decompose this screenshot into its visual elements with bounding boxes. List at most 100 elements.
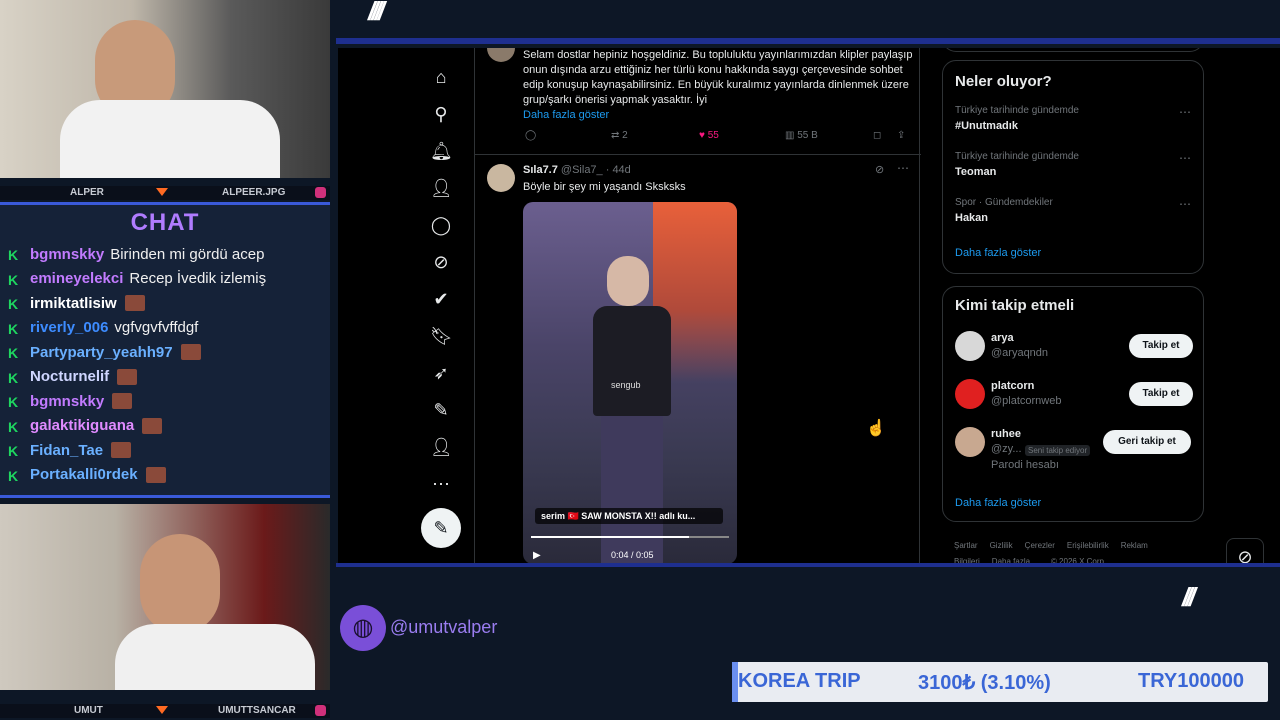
messages-icon[interactable]: ◯ bbox=[430, 214, 452, 236]
webcam-top bbox=[0, 0, 330, 178]
post1-text: Selam dostlar hepiniz hoşgeldiniz. Bu to… bbox=[523, 48, 913, 123]
follow-title: Kimi takip etmeli bbox=[955, 297, 1075, 314]
more-icon[interactable]: ⋯ bbox=[430, 473, 452, 495]
emote-icon bbox=[117, 368, 138, 385]
chat-username[interactable]: bgmnskky bbox=[30, 246, 104, 263]
person-shirt bbox=[115, 624, 315, 690]
triangle-icon bbox=[156, 706, 168, 714]
grok-icon[interactable]: ⊘ bbox=[1226, 538, 1264, 564]
like-icon[interactable]: ♥ 55 bbox=[699, 130, 719, 141]
donation-goal-ticker: KOREA TRIP 3100₺ (3.10%) TRY100000 bbox=[732, 662, 1268, 702]
follow-button[interactable]: Geri takip et bbox=[1103, 430, 1191, 454]
chat-message: K Partyparty_yeahh97 bbox=[8, 341, 201, 363]
chat-message: K Nocturnelif bbox=[8, 366, 138, 388]
follow-icon[interactable]: 👤︎ bbox=[430, 177, 453, 199]
follow-name[interactable]: arya bbox=[991, 332, 1014, 344]
avatar[interactable] bbox=[955, 379, 985, 409]
post2-text: Böyle bir şey mi yaşandı Sksksks bbox=[523, 181, 686, 193]
more-options-icon[interactable]: ⋯ bbox=[1179, 197, 1191, 211]
chat-message: Kgalaktikiguana bbox=[8, 415, 163, 437]
premium-icon[interactable]: ➶ bbox=[430, 362, 452, 384]
follow-name[interactable]: ruhee bbox=[991, 428, 1021, 440]
top-accent-bar bbox=[336, 38, 1280, 44]
chat-username[interactable]: galaktikiguana bbox=[30, 417, 134, 434]
more-options-icon[interactable]: ⋯ bbox=[897, 161, 909, 175]
emote-icon bbox=[112, 393, 133, 409]
bookmarks-icon[interactable]: 🔖︎ bbox=[430, 325, 453, 347]
post1-show-more[interactable]: Daha fazla göster bbox=[523, 109, 609, 121]
chat-text: Recep İvedik izlemiş bbox=[129, 270, 267, 287]
follow-name[interactable]: platcorn bbox=[991, 380, 1034, 392]
chat-username[interactable]: Fidan_Tae bbox=[30, 442, 103, 459]
avatar[interactable] bbox=[487, 164, 515, 192]
chat-username[interactable]: bgmnskky bbox=[30, 393, 104, 410]
video-progress[interactable] bbox=[531, 536, 729, 538]
follow-handle[interactable]: @platcornweb bbox=[991, 395, 1061, 407]
slash-decor-top: //// bbox=[368, 0, 385, 26]
post2-handle[interactable]: @Sila7_ · 44d bbox=[561, 164, 631, 176]
footer-link[interactable]: Şartlar bbox=[954, 541, 978, 550]
chat-username[interactable]: riverly_006 bbox=[30, 319, 108, 336]
post2-author[interactable]: Sıla7.7 bbox=[523, 164, 558, 176]
chat-username[interactable]: Portakalli0rdek bbox=[30, 466, 138, 483]
more-options-icon[interactable]: ⋯ bbox=[1179, 151, 1191, 165]
cam-bottom-label: UMUT UMUTTSANCAR bbox=[0, 704, 330, 718]
avatar[interactable] bbox=[487, 48, 515, 62]
footer-link[interactable]: Erişilebilirlik bbox=[1067, 541, 1109, 550]
communities-icon[interactable]: ✔ bbox=[430, 288, 452, 310]
globe-icon: ◍ bbox=[340, 605, 386, 651]
post1-body: Selam dostlar hepiniz hoşgeldiniz. Bu to… bbox=[523, 49, 913, 106]
chat-username[interactable]: emineyelekci bbox=[30, 270, 123, 287]
follow-handle[interactable]: @zy... bbox=[991, 443, 1022, 455]
view-count: 55 B bbox=[797, 130, 818, 141]
trend-context: Türkiye tarihinde gündemde bbox=[955, 151, 1079, 162]
video-watermark: sengub bbox=[611, 380, 641, 390]
video-caption: serim 🇹🇷 SAW MONSTA X!! adlı ku... bbox=[535, 508, 723, 524]
avatar[interactable] bbox=[955, 427, 985, 457]
instagram-icon bbox=[315, 705, 326, 716]
chat-text: Birinden mi gördü acep bbox=[110, 245, 265, 263]
footer-link[interactable]: Çerezler bbox=[1025, 541, 1055, 550]
views-icon[interactable]: ▥ 55 B bbox=[785, 130, 818, 141]
chat-username[interactable]: Partyparty_yeahh97 bbox=[30, 344, 173, 361]
kick-icon: K bbox=[8, 271, 19, 288]
grok-icon[interactable]: ⊘ bbox=[430, 251, 452, 273]
bookmark-icon[interactable]: ◻ bbox=[873, 130, 881, 141]
reply-icon[interactable]: ◯ bbox=[525, 130, 536, 141]
avatar[interactable] bbox=[955, 331, 985, 361]
chat-username[interactable]: Nocturnelif bbox=[30, 368, 109, 385]
trend-name[interactable]: #Unutmadık bbox=[955, 120, 1018, 132]
kick-icon: K bbox=[8, 443, 19, 459]
kick-icon: K bbox=[8, 467, 19, 484]
kick-icon: K bbox=[8, 418, 19, 435]
trend-name[interactable]: Teoman bbox=[955, 166, 996, 178]
articles-icon[interactable]: ✎ bbox=[430, 399, 452, 421]
follow-button[interactable]: Takip et bbox=[1129, 334, 1193, 358]
chat-message: Kriverly_006 vgfvgvfvffdgf bbox=[8, 317, 198, 339]
video-player[interactable]: sengub serim 🇹🇷 SAW MONSTA X!! adlı ku..… bbox=[523, 202, 737, 564]
search-icon[interactable]: ⚲ bbox=[430, 103, 452, 125]
notifications-icon[interactable]: 🔔︎ bbox=[430, 140, 453, 162]
goal-label: KOREA TRIP bbox=[738, 670, 861, 692]
trends-show-more[interactable]: Daha fazla göster bbox=[955, 247, 1041, 259]
trend-name[interactable]: Hakan bbox=[955, 212, 988, 224]
share-icon[interactable]: ⇪ bbox=[897, 130, 905, 141]
emote-icon bbox=[124, 295, 145, 311]
follow-handle[interactable]: @aryaqndn bbox=[991, 347, 1048, 359]
footer-link[interactable]: Gizlilik bbox=[990, 541, 1013, 550]
follow-button[interactable]: Takip et bbox=[1129, 382, 1193, 406]
chat-username[interactable]: irmiktatlisiw bbox=[30, 295, 117, 312]
profile-icon[interactable]: 👤︎ bbox=[430, 436, 453, 458]
home-icon[interactable]: ⌂ bbox=[430, 66, 452, 88]
slash-decor-bottom: /// bbox=[1182, 582, 1196, 612]
emote-icon bbox=[111, 442, 132, 458]
more-options-icon[interactable]: ⋯ bbox=[1179, 105, 1191, 119]
footer-links: Şartlar Gizlilik Çerezler Erişilebilirlik Re… bbox=[954, 538, 1194, 564]
follow-show-more[interactable]: Daha fazla göster bbox=[955, 497, 1041, 509]
compose-button[interactable]: ✎ bbox=[421, 508, 461, 548]
play-icon[interactable]: ▶ bbox=[533, 550, 541, 561]
post2-header: Sıla7.7 @Sila7_ · 44d bbox=[523, 164, 631, 176]
trend-context: Türkiye tarihinde gündemde bbox=[955, 105, 1079, 116]
grok-icon[interactable]: ⊘ bbox=[875, 163, 884, 176]
retweet-icon[interactable]: ⇄ 2 bbox=[611, 130, 628, 141]
